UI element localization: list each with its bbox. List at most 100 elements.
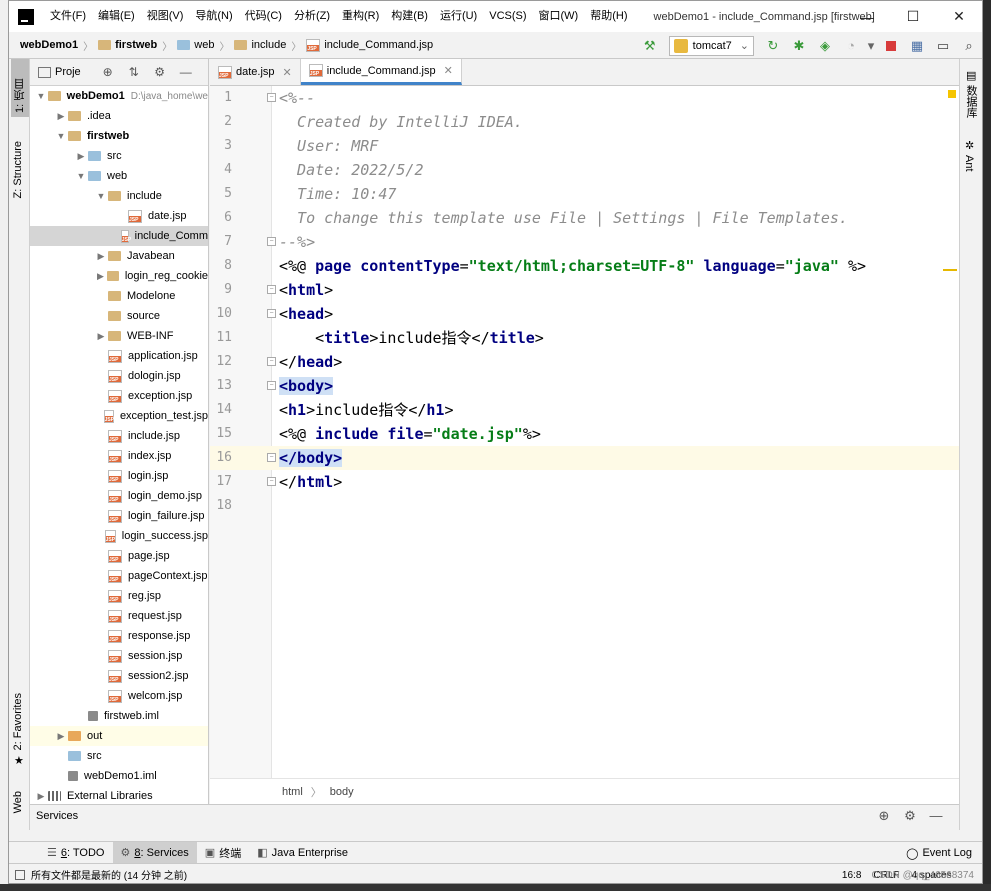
menu-item[interactable]: VCS(S): [483, 1, 532, 32]
bottom-tool-button[interactable]: ⚙ 8: Services: [112, 841, 197, 864]
hide-panel-icon[interactable]: —: [173, 65, 199, 79]
menu-item[interactable]: 构建(B): [385, 1, 434, 32]
code-line[interactable]: 6 To change this template use File | Set…: [210, 206, 959, 230]
menu-item[interactable]: 视图(V): [141, 1, 190, 32]
code-line[interactable]: 8 <%@ page contentType="text/html;charset…: [210, 254, 959, 278]
tree-node[interactable]: login.jsp: [30, 466, 208, 486]
close-icon[interactable]: ✕: [283, 66, 292, 79]
breadcrumb-file[interactable]: include_Command.jsp: [303, 38, 436, 52]
code-line[interactable]: 13 − <body>: [210, 374, 959, 398]
tree-node[interactable]: ▶ src: [30, 146, 208, 166]
menu-item[interactable]: 导航(N): [189, 1, 238, 32]
code-line[interactable]: 3 User: MRF: [210, 134, 959, 158]
code-line[interactable]: 7 − --%>: [210, 230, 959, 254]
menu-item[interactable]: 分析(Z): [288, 1, 336, 32]
editor-breadcrumb-html[interactable]: html: [282, 786, 303, 798]
tree-node[interactable]: ▶ Javabean: [30, 246, 208, 266]
tree-node[interactable]: exception_test.jsp: [30, 406, 208, 426]
tree-node[interactable]: application.jsp: [30, 346, 208, 366]
chevron-right-icon[interactable]: ▶: [74, 151, 88, 162]
chevron-down-icon[interactable]: ▼: [34, 91, 48, 101]
fold-toggle-icon[interactable]: −: [267, 237, 276, 246]
project-structure-icon[interactable]: ▦: [904, 32, 930, 59]
chevron-right-icon[interactable]: ▶: [94, 251, 108, 262]
chevron-down-icon[interactable]: ▼: [94, 191, 108, 201]
tree-node[interactable]: ▼ webDemo1 D:\java_home\we: [30, 86, 208, 106]
chevron-right-icon[interactable]: ▶: [34, 791, 48, 802]
fold-toggle-icon[interactable]: −: [267, 309, 276, 318]
profile-icon[interactable]: ◔: [838, 32, 864, 59]
chevron-right-icon[interactable]: ▶: [54, 111, 68, 122]
fold-toggle-icon[interactable]: −: [267, 381, 276, 390]
tree-node[interactable]: ▶ External Libraries: [30, 786, 208, 804]
tree-node[interactable]: include.jsp: [30, 426, 208, 446]
code-line[interactable]: 5 Time: 10:47: [210, 182, 959, 206]
tree-node[interactable]: source: [30, 306, 208, 326]
bottom-tool-button[interactable]: ▣ 终端: [197, 842, 249, 864]
fold-toggle-icon[interactable]: −: [267, 453, 276, 462]
tab-structure[interactable]: Z: Structure: [11, 137, 25, 202]
breadcrumb-project[interactable]: webDemo1: [17, 39, 81, 51]
coverage-icon[interactable]: ◈: [812, 32, 838, 59]
stop-icon[interactable]: [878, 32, 904, 59]
chevron-right-icon[interactable]: ▶: [54, 731, 68, 742]
close-icon[interactable]: ✕: [444, 64, 453, 77]
menu-item[interactable]: 运行(U): [434, 1, 483, 32]
code-line[interactable]: 12 − </head>: [210, 350, 959, 374]
gear-icon[interactable]: ⚙: [897, 808, 923, 824]
fold-toggle-icon[interactable]: −: [267, 477, 276, 486]
tree-node[interactable]: index.jsp: [30, 446, 208, 466]
code-line[interactable]: 9 − <html>: [210, 278, 959, 302]
tree-node[interactable]: session2.jsp: [30, 666, 208, 686]
tab-ant[interactable]: Ant: [963, 155, 975, 172]
menu-item[interactable]: 帮助(H): [584, 1, 633, 32]
editor-breadcrumb-body[interactable]: body: [330, 786, 354, 798]
breadcrumb-module[interactable]: firstweb: [95, 39, 160, 51]
tree-node[interactable]: login_failure.jsp: [30, 506, 208, 526]
tab-favorites[interactable]: 2: Favorites: [11, 689, 25, 754]
add-service-icon[interactable]: ⊕: [871, 808, 897, 824]
tab-database[interactable]: 数据库: [963, 85, 979, 118]
build-hammer-icon[interactable]: ⚒: [637, 32, 663, 59]
fold-toggle-icon[interactable]: −: [267, 285, 276, 294]
chevron-down-icon[interactable]: ▼: [74, 171, 88, 181]
breadcrumb-include[interactable]: include: [231, 39, 289, 51]
tree-node[interactable]: date.jsp: [30, 206, 208, 226]
gear-icon[interactable]: ⚙: [147, 65, 173, 79]
tree-node[interactable]: Modelone: [30, 286, 208, 306]
menu-item[interactable]: 文件(F): [44, 1, 92, 32]
menu-item[interactable]: 重构(R): [336, 1, 385, 32]
tree-node[interactable]: ▼ firstweb: [30, 126, 208, 146]
tree-node[interactable]: welcom.jsp: [30, 686, 208, 706]
locate-file-icon[interactable]: ⊕: [95, 65, 121, 79]
tree-node[interactable]: ▶ WEB-INF: [30, 326, 208, 346]
code-line[interactable]: 11 <title>include指令</title>: [210, 326, 959, 350]
tree-node[interactable]: response.jsp: [30, 626, 208, 646]
tree-node[interactable]: request.jsp: [30, 606, 208, 626]
debug-bug-icon[interactable]: ✱: [786, 32, 812, 59]
tree-node[interactable]: pageContext.jsp: [30, 566, 208, 586]
tree-node[interactable]: dologin.jsp: [30, 366, 208, 386]
code-line[interactable]: 2 Created by IntelliJ IDEA.: [210, 110, 959, 134]
close-button[interactable]: ✕: [936, 1, 982, 32]
rerun-icon[interactable]: ↻: [760, 32, 786, 59]
code-line[interactable]: 16 − </body>: [210, 446, 959, 470]
chevron-right-icon[interactable]: ▶: [94, 271, 107, 282]
bottom-tool-button[interactable]: ☰ 6: TODO: [39, 842, 113, 864]
code-area[interactable]: 1− <%-- 2 Created by IntelliJ IDEA. 3 User:…: [210, 86, 959, 778]
tree-node[interactable]: ▶ .idea: [30, 106, 208, 126]
tree-node[interactable]: src: [30, 746, 208, 766]
tree-node[interactable]: ▶ out: [30, 726, 208, 746]
code-line[interactable]: 18: [210, 494, 959, 518]
tree-node[interactable]: session.jsp: [30, 646, 208, 666]
breadcrumb-web[interactable]: web: [174, 39, 217, 51]
code-line[interactable]: 15 <%@ include file="date.jsp"%>: [210, 422, 959, 446]
code-line[interactable]: 4 Date: 2022/5/2: [210, 158, 959, 182]
run-configuration-select[interactable]: tomcat7 ⌄: [668, 35, 754, 56]
editor-tab[interactable]: date.jsp ✕: [210, 59, 301, 85]
code-line[interactable]: 1 − <%--: [210, 86, 959, 110]
maximize-button[interactable]: ☐: [890, 1, 936, 32]
tree-node[interactable]: ▶ login_reg_cookie: [30, 266, 208, 286]
more-run-options-icon[interactable]: ▾: [864, 32, 878, 59]
fold-toggle-icon[interactable]: −: [267, 357, 276, 366]
